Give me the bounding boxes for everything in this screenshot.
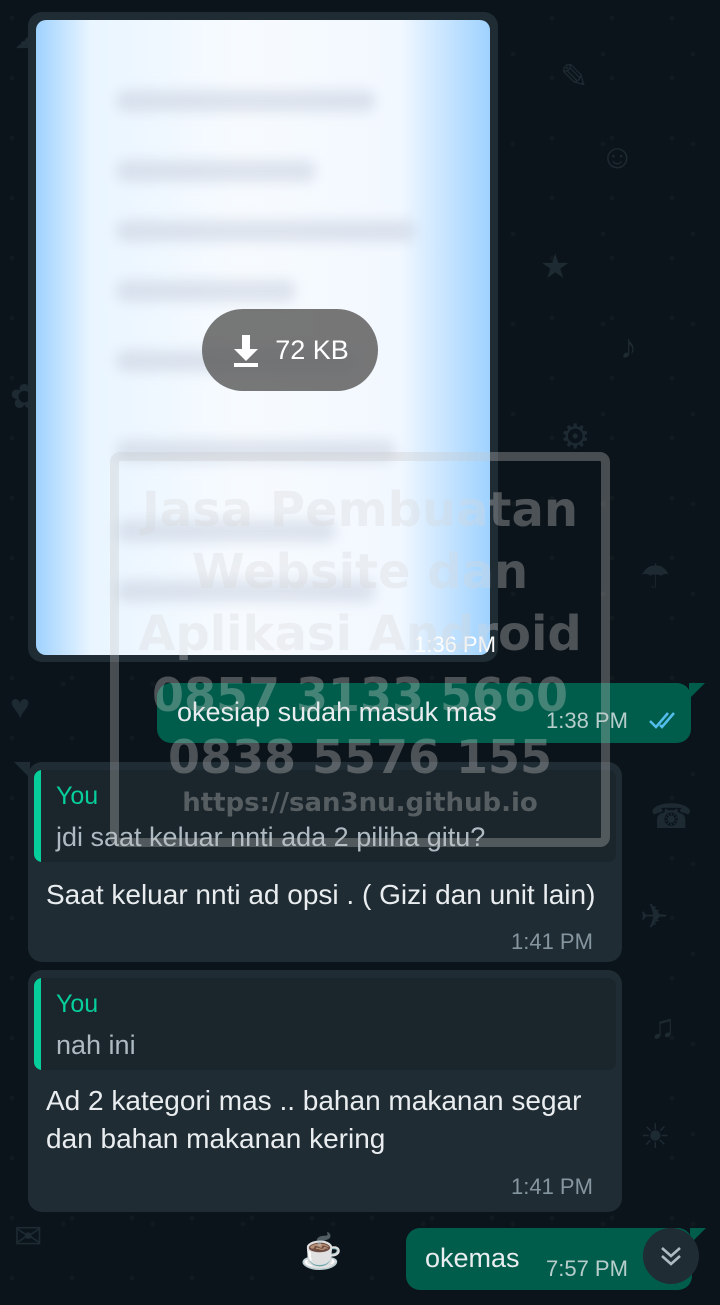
doodle-icon: ♪ [620, 328, 637, 366]
quote-bar [34, 978, 41, 1070]
message-time: 1:38 PM [546, 708, 628, 733]
quoted-message[interactable]: You nah ini [34, 978, 616, 1070]
bubble-tail [689, 683, 705, 699]
message-text: Ad 2 kategori mas .. bahan makanan segar… [46, 1085, 582, 1154]
scroll-to-bottom-button[interactable] [643, 1228, 699, 1284]
quoted-message[interactable]: You jdi saat keluar nnti ada 2 piliha gi… [34, 770, 616, 862]
doodle-icon: ✉ [14, 1218, 43, 1256]
download-arrow-icon [234, 335, 259, 367]
incoming-message[interactable]: You nah ini Ad 2 kategori mas .. bahan m… [28, 970, 622, 1212]
double-check-icon [649, 712, 675, 729]
download-button[interactable]: 72 KB [202, 309, 378, 391]
doodle-icon: ★ [540, 248, 571, 286]
quote-author: You [56, 782, 99, 810]
doodle-icon: ☂ [640, 558, 671, 596]
quote-text: jdi saat keluar nnti ada 2 piliha gitu? [56, 822, 486, 852]
doodle-icon: ⚙ [560, 418, 591, 456]
message-time: 1:41 PM [511, 1174, 593, 1199]
doodle-icon: ☀ [640, 1118, 671, 1156]
doodle-icon: ♫ [650, 1008, 676, 1046]
download-size: 72 KB [275, 334, 349, 365]
doodle-icon: ✈ [640, 898, 669, 936]
doodle-icon: ☎ [650, 798, 693, 836]
incoming-message[interactable]: You jdi saat keluar nnti ada 2 piliha gi… [28, 762, 622, 962]
message-text: okemas [425, 1243, 520, 1273]
message-time: 7:57 PM [546, 1256, 628, 1281]
doodle-icon: ☺ [600, 138, 635, 176]
outgoing-message[interactable]: okesiap sudah masuk mas 1:38 PM [157, 683, 691, 743]
doodle-icon: ♥ [10, 688, 31, 726]
doodle-icon: ✎ [560, 58, 589, 96]
quote-bar [34, 770, 41, 862]
message-text: okesiap sudah masuk mas [177, 697, 497, 727]
image-message[interactable]: 72 KB 1:36 PM [28, 12, 498, 662]
quote-text: nah ini [56, 1030, 136, 1060]
chevron-double-down-icon [661, 1247, 681, 1266]
doodle-icon: ☕ [300, 1233, 343, 1271]
message-text: Saat keluar nnti ad opsi . ( Gizi dan un… [46, 879, 596, 910]
message-time: 1:36 PM [414, 632, 496, 657]
quote-author: You [56, 990, 99, 1018]
message-time: 1:41 PM [511, 929, 593, 954]
